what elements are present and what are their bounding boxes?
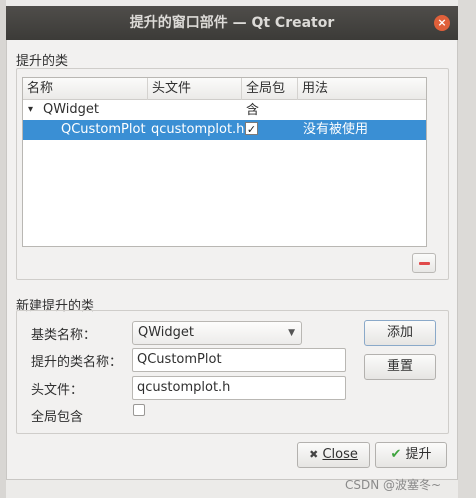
tree-row-parent[interactable]: ▾ QWidget xyxy=(23,100,426,120)
promoted-group-title: 提升的类 xyxy=(16,54,69,69)
promoted-class-input[interactable]: QCustomPlot xyxy=(132,348,346,372)
watermark-text: CSDN @波塞冬~ xyxy=(345,478,442,492)
check-icon: ✓ xyxy=(245,122,258,136)
minus-icon xyxy=(419,262,430,265)
header-file-input[interactable]: qcustomplot.h xyxy=(132,376,346,400)
close-button[interactable]: ✖ Close xyxy=(297,442,370,468)
dialog-body: 提升的类 名称 头文件 全局包含 用法 ▾ QWidget QCustomPlo… xyxy=(6,40,458,480)
global-include-checkbox[interactable] xyxy=(133,404,145,416)
column-header-header-file[interactable]: 头文件 xyxy=(148,78,242,100)
checkmark-icon: ✔ xyxy=(390,447,402,462)
base-class-value: QWidget xyxy=(138,325,195,340)
close-icon: × xyxy=(437,16,447,29)
close-x-icon: ✖ xyxy=(309,448,319,461)
promoted-class-name: QCustomPlot xyxy=(61,122,146,137)
window-title: 提升的窗口部件 — Qt Creator xyxy=(129,15,335,31)
global-include-check[interactable]: ✓ xyxy=(245,120,258,140)
promoted-header-file: qcustomplot.h xyxy=(151,122,245,137)
background-strip-right xyxy=(458,0,476,498)
column-header-name[interactable]: 名称 xyxy=(23,78,148,100)
promote-button[interactable]: ✔ 提升 xyxy=(375,442,447,468)
global-include-label: 全局包含 xyxy=(31,410,84,425)
add-button[interactable]: 添加 xyxy=(364,320,436,346)
base-class-label: 基类名称： xyxy=(31,328,97,343)
tree-header: 名称 头文件 全局包含 用法 xyxy=(23,78,428,118)
promote-button-label: 提升 xyxy=(405,447,432,462)
base-class-combo[interactable]: QWidget ▼ xyxy=(132,321,302,345)
expand-arrow-icon[interactable]: ▾ xyxy=(28,100,33,120)
reset-button[interactable]: 重置 xyxy=(364,354,436,380)
header-file-label: 头文件： xyxy=(31,383,84,398)
window-close-button[interactable]: × xyxy=(434,15,450,31)
column-header-global-include[interactable]: 全局包含 xyxy=(242,78,298,118)
parent-class-name: QWidget xyxy=(43,102,100,117)
promoted-class-label: 提升的类名称： xyxy=(31,355,123,370)
remove-class-button[interactable] xyxy=(412,253,436,273)
promoted-classes-tree[interactable]: 名称 头文件 全局包含 用法 ▾ QWidget QCustomPlot qcu… xyxy=(22,77,427,247)
usage-text: 没有被使用 xyxy=(303,122,369,137)
column-header-usage[interactable]: 用法 xyxy=(298,78,428,100)
tree-row-selected[interactable]: QCustomPlot qcustomplot.h ✓ 没有被使用 xyxy=(23,120,426,140)
chevron-down-icon: ▼ xyxy=(288,328,295,338)
close-button-label: Close xyxy=(322,447,358,462)
window-titlebar: 提升的窗口部件 — Qt Creator × xyxy=(6,6,458,40)
